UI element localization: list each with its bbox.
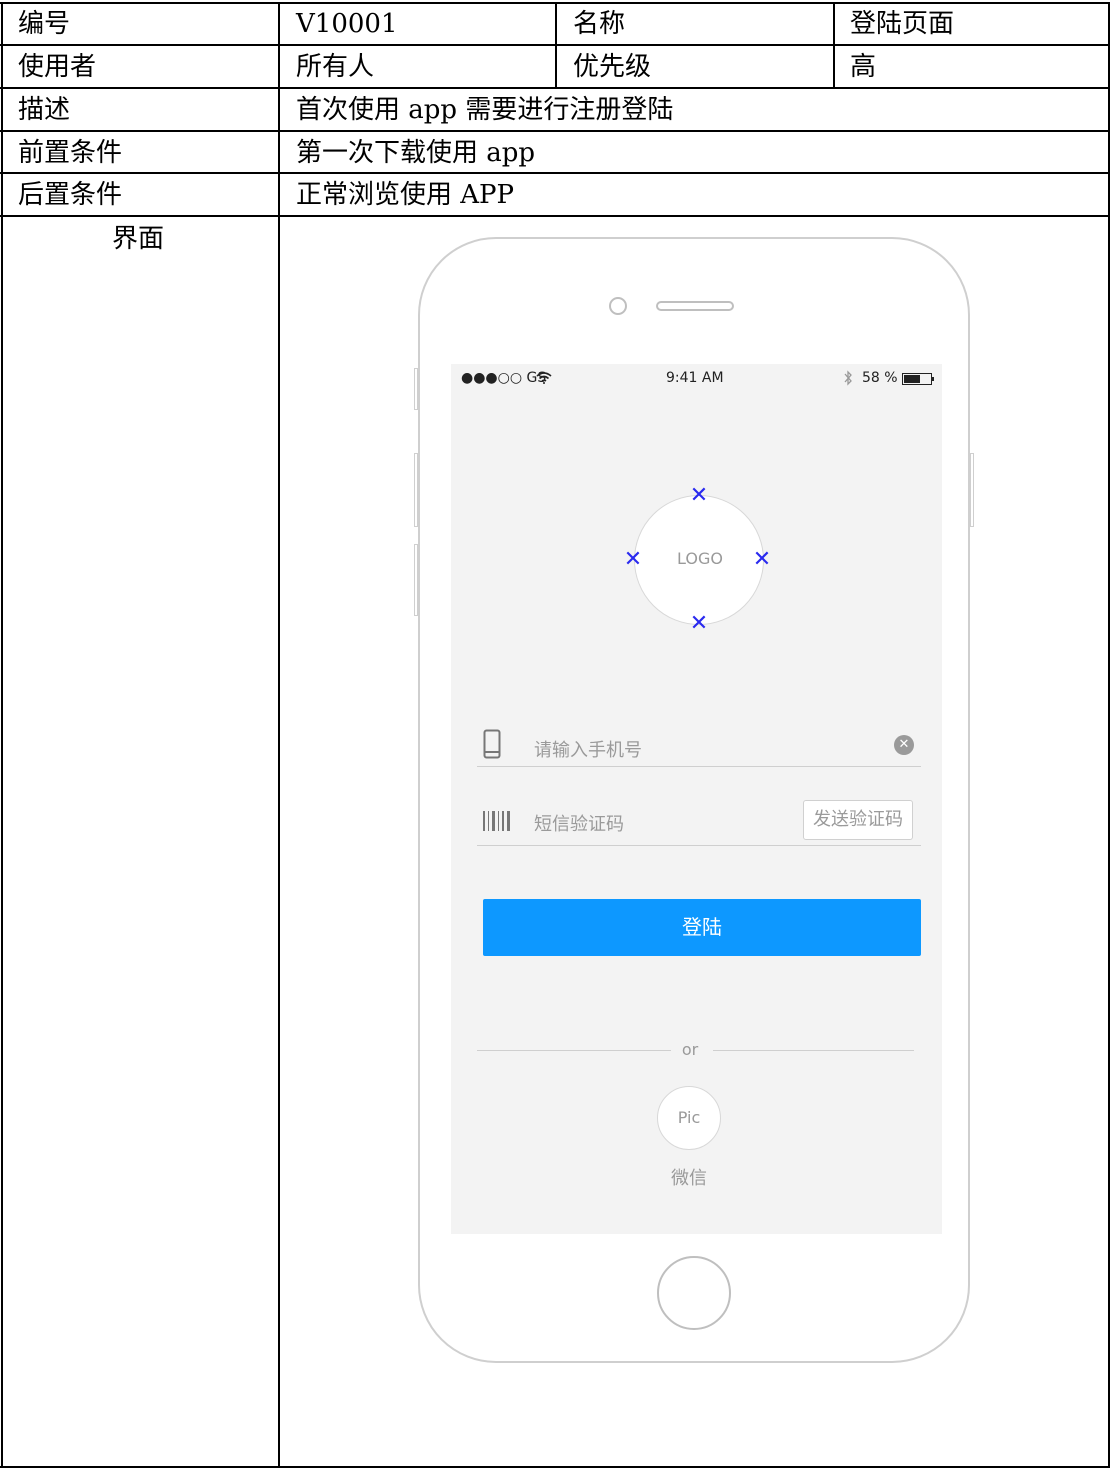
table-border (833, 2, 835, 89)
wechat-login-button[interactable]: Pic (657, 1086, 721, 1150)
divider-right (713, 1050, 914, 1051)
phone-screen: ●●●○○ GS 9:41 AM 58 % LOGO ✕ ✕ ✕ ✕ 请输入手机… (451, 364, 942, 1234)
marker-right-icon: ✕ (752, 547, 772, 572)
label-interface: 界面 (112, 224, 165, 254)
value-name: 登陆页面 (850, 9, 955, 39)
camera-icon (609, 297, 627, 315)
divider-left (477, 1050, 671, 1051)
table-border (0, 130, 1110, 132)
status-battery-percent: 58 % (862, 370, 898, 386)
table-border (0, 215, 1110, 217)
table-border (0, 172, 1110, 174)
phone-input[interactable]: 请输入手机号 (534, 736, 642, 762)
wechat-label: 微信 (671, 1168, 707, 1189)
divider-text: or (681, 1040, 699, 1059)
login-button[interactable]: 登陆 (483, 899, 921, 956)
table-border (0, 1466, 1110, 1468)
phone-power-button (970, 453, 974, 527)
value-postcondition: 正常浏览使用 APP (296, 180, 515, 210)
label-priority: 优先级 (573, 52, 652, 82)
marker-left-icon: ✕ (623, 547, 643, 572)
logo-text: LOGO (677, 549, 723, 568)
sms-code-input[interactable]: 短信验证码 (534, 810, 624, 836)
clear-icon[interactable]: ✕ (894, 735, 914, 755)
status-time: 9:41 AM (666, 370, 724, 386)
home-button[interactable] (657, 1256, 731, 1330)
speaker-icon (656, 301, 734, 311)
value-description: 首次使用 app 需要进行注册登陆 (296, 95, 674, 125)
table-border (555, 2, 557, 89)
marker-bottom-icon: ✕ (689, 611, 709, 636)
label-id: 编号 (18, 9, 71, 39)
send-code-button[interactable]: 发送验证码 (803, 800, 913, 840)
table-border (1108, 2, 1110, 1468)
value-user: 所有人 (296, 52, 375, 82)
value-id: V10001 (296, 9, 398, 39)
label-user: 使用者 (18, 52, 97, 82)
value-precondition: 第一次下载使用 app (296, 138, 536, 168)
logo-placeholder: LOGO (634, 495, 764, 625)
barcode-icon (483, 811, 510, 831)
sms-input-underline (477, 845, 921, 846)
marker-top-icon: ✕ (689, 483, 709, 508)
battery-icon (902, 373, 934, 385)
wifi-icon (536, 372, 552, 384)
mobile-phone-icon (483, 729, 501, 759)
bluetooth-icon (844, 370, 852, 386)
phone-input-underline (477, 766, 921, 767)
table-border (1, 2, 3, 1468)
value-priority: 高 (850, 52, 877, 82)
label-precondition: 前置条件 (18, 138, 123, 168)
label-postcondition: 后置条件 (18, 180, 123, 210)
label-description: 描述 (18, 95, 71, 125)
status-carrier: ●●●○○ GS (461, 370, 547, 386)
label-name: 名称 (573, 9, 626, 39)
table-border (278, 2, 280, 1468)
